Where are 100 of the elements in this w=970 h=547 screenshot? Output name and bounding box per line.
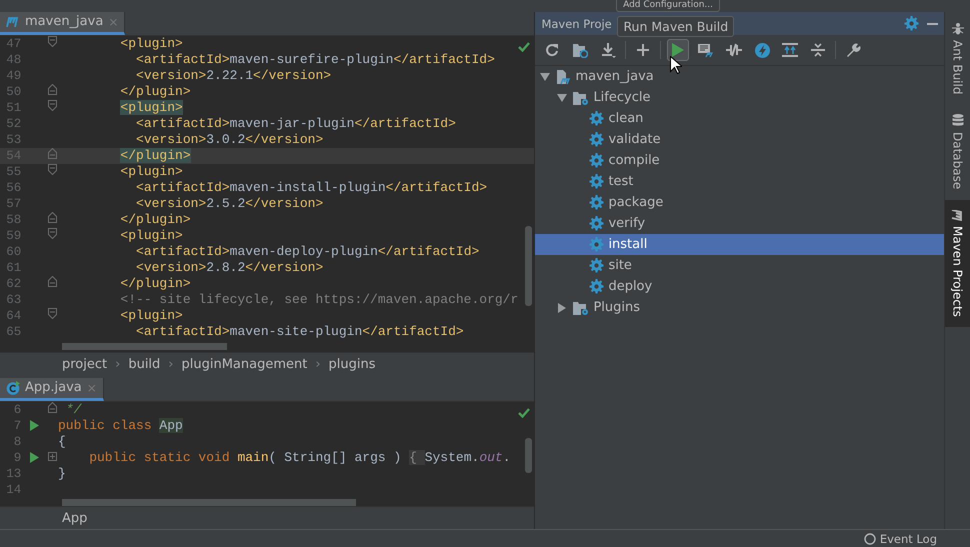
line-number: 52 [5, 116, 22, 131]
tree-item[interactable]: deploy [608, 279, 652, 294]
breadcrumb-separator: › [115, 356, 120, 372]
code-line: public static void main( String[] args ) { System.out. [88, 450, 511, 466]
line-number: 61 [5, 260, 22, 275]
line-number: 55 [5, 164, 22, 179]
database-icon [952, 114, 964, 128]
tree-item[interactable]: Plugins [593, 300, 640, 315]
line-number: 60 [5, 244, 22, 259]
mouse-pointer-icon [670, 56, 682, 74]
code-line: <plugin> [119, 36, 183, 52]
line-number: 13 [5, 466, 22, 481]
line-number: 6 [12, 402, 22, 417]
fold-icon [48, 84, 58, 96]
tree-item[interactable]: compile [608, 153, 660, 168]
line-number: 62 [5, 276, 22, 291]
gear-icon [589, 237, 604, 252]
ant-icon [952, 22, 964, 35]
gear-icon [589, 111, 604, 126]
code-line: <!-- site lifecycle, see https://maven.apache.org/r [119, 292, 518, 308]
breadcrumb-item[interactable]: App [62, 510, 88, 526]
collapsed-arrow-icon[interactable] [557, 302, 568, 312]
line-number: 49 [5, 68, 22, 83]
scrollbar[interactable] [525, 438, 532, 473]
run-icon[interactable] [30, 420, 40, 432]
tool-window-tab[interactable]: Ant Build [945, 12, 970, 104]
breadcrumb-item[interactable]: pluginManagement [182, 356, 308, 372]
line-number: 58 [5, 212, 22, 227]
code-line: <version>2.22.1</version> [135, 68, 332, 84]
breadcrumb-item[interactable]: build [128, 356, 160, 372]
code-line: <plugin> [119, 228, 183, 244]
offline-toggle-icon [726, 43, 742, 57]
run-icon [672, 43, 684, 57]
code-line: public class App [58, 418, 183, 434]
run-icon[interactable] [30, 452, 40, 464]
folder-gear-icon [572, 300, 590, 316]
speech-bubble-icon[interactable] [864, 533, 876, 545]
code-line: </plugin> [119, 212, 191, 228]
settings-icon [904, 16, 919, 31]
code-line: <version>2.5.2</version> [135, 196, 324, 212]
folder-gear-icon [572, 90, 590, 106]
event-log-link[interactable]: Event Log [880, 532, 937, 546]
minimize-icon[interactable] [927, 22, 938, 24]
expanded-arrow-icon[interactable] [540, 72, 550, 82]
code-line: </plugin> [119, 276, 191, 292]
tree-item[interactable]: test [608, 174, 634, 189]
lightning-icon [754, 42, 770, 58]
scrollbar[interactable] [525, 226, 532, 306]
tree-item[interactable]: verify [608, 216, 646, 231]
refresh-icon [545, 43, 560, 57]
fold-icon [48, 276, 58, 288]
code-line: <artifactId>maven-surefire-plugin</artifactId> [135, 52, 495, 68]
check-icon [518, 408, 530, 418]
code-line: <artifactId>maven-jar-plugin</artifactId> [135, 116, 456, 132]
tool-window-tab[interactable]: Database [945, 104, 970, 200]
breadcrumb-item[interactable]: plugins [328, 356, 376, 372]
code-line: <version>3.0.2</version> [135, 132, 324, 148]
fold-icon [48, 164, 58, 176]
scrollbar[interactable] [62, 343, 227, 350]
line-number: 63 [5, 292, 22, 307]
line-number: 56 [5, 180, 22, 195]
expand-icon [48, 452, 58, 461]
fold-icon [48, 100, 58, 112]
breadcrumb-separator: › [168, 356, 174, 372]
expanded-arrow-icon[interactable] [557, 92, 568, 102]
tree-item[interactable]: package [608, 195, 664, 210]
fold-icon [48, 36, 58, 48]
line-number: 7 [12, 418, 22, 433]
scrollbar[interactable] [62, 498, 356, 506]
fold-icon [48, 308, 58, 320]
gear-icon [589, 216, 604, 231]
line-number: 51 [5, 100, 22, 115]
code-line: <version>2.8.2</version> [135, 260, 324, 276]
editor-tab[interactable]: App.java × [0, 378, 104, 401]
maven-module-icon [555, 68, 572, 84]
line-number: 48 [5, 52, 22, 67]
tree-item[interactable]: validate [608, 132, 661, 147]
tree-item[interactable]: site [608, 258, 632, 273]
tree-item[interactable]: clean [608, 111, 644, 126]
line-number: 8 [12, 434, 22, 449]
code-line: <artifactId>maven-deploy-plugin</artifactId> [135, 244, 480, 260]
tooltip: Run Maven Build [617, 16, 734, 37]
tree-item[interactable]: maven_java [575, 69, 654, 84]
fold-icon [48, 228, 58, 240]
code-line: { [58, 434, 66, 450]
panel-title: Maven Proje [541, 16, 612, 30]
breadcrumb-item[interactable]: project [62, 356, 108, 372]
gear-icon [589, 258, 604, 273]
gear-icon [589, 174, 604, 189]
gear-icon [589, 132, 604, 147]
tree-item[interactable]: Lifecycle [593, 90, 650, 105]
tool-window-tab[interactable]: Maven Projects [945, 200, 970, 327]
class-icon [6, 380, 20, 395]
maven-icon [6, 16, 20, 28]
editor-tab[interactable]: maven_java × [0, 12, 126, 35]
run-config-icon [698, 42, 714, 58]
line-number: 59 [5, 228, 22, 243]
tree-item[interactable]: install [608, 237, 648, 252]
expand-all-icon [782, 43, 798, 57]
collapse-all-icon [811, 43, 826, 57]
